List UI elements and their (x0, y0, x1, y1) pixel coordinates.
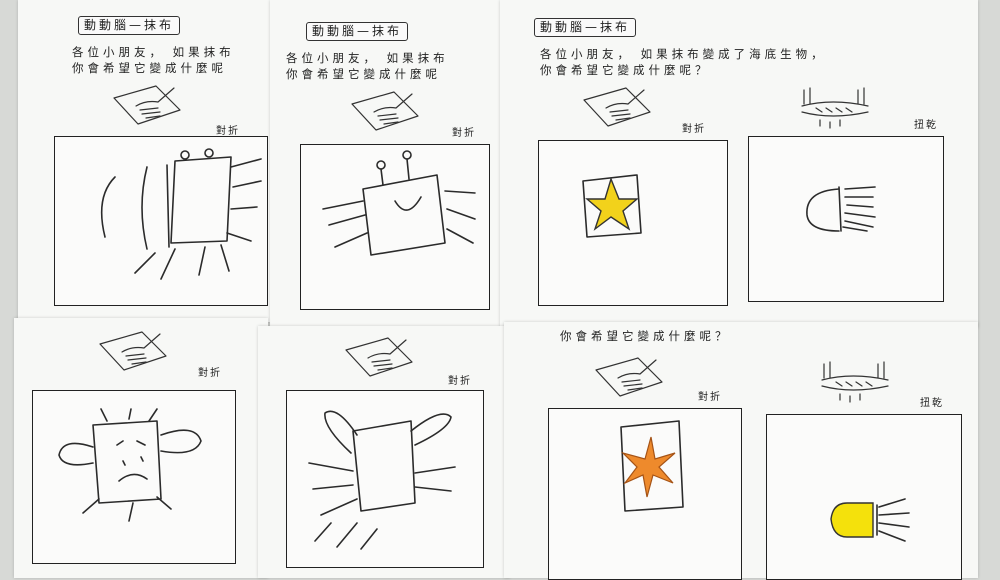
step-caption: 對折 (198, 368, 222, 379)
step-caption: 對折 (682, 124, 706, 135)
worksheet-top-right: 動動腦—抹布 各位小朋友， 如果抹布變成了海底生物， 你會希望它變成什麼呢？ 對… (500, 0, 978, 328)
hand-on-cloth-icon (113, 85, 181, 125)
step-caption: 扭乾 (920, 398, 944, 409)
prompt-line-1: 各位小朋友， 如果抹布變成了海底生物， (540, 47, 827, 61)
prompt-line-2: 你會希望它變成什麼呢 (286, 67, 441, 81)
hand-on-cloth-icon (345, 337, 413, 377)
drawing-frame (54, 136, 268, 306)
step-caption: 對折 (448, 376, 472, 387)
hand-on-cloth-icon (351, 91, 419, 131)
crayon-drawing-octopus (322, 150, 476, 256)
crayon-drawing-squid (308, 410, 456, 550)
hand-on-cloth-icon (595, 357, 663, 397)
step-caption: 扭乾 (914, 120, 938, 131)
step-caption: 對折 (452, 128, 476, 139)
worksheet-top-middle: 動動腦—抹布 各位小朋友， 如果抹布 你會希望它變成什麼呢 對折 (270, 0, 502, 328)
drawing-frame (548, 408, 742, 580)
crayon-drawing-angry-creature (58, 408, 202, 522)
crayon-drawing-yellow-fish (830, 498, 910, 542)
wringing-hands-icon (801, 87, 869, 129)
drawing-frame (538, 140, 728, 306)
worksheet-title: 動動腦—抹布 (78, 16, 181, 35)
drawing-frame (766, 414, 962, 580)
wringing-hands-icon (821, 361, 889, 403)
worksheet-top-left: 動動腦—抹布 各位小朋友， 如果抹布 你會希望它變成什麼呢 對折 (18, 0, 280, 322)
prompt-line-2: 你會希望它變成什麼呢？ (560, 329, 731, 343)
drawing-frame (32, 390, 236, 564)
drawing-frame (286, 390, 484, 568)
crayon-drawing-cloth-creature (100, 148, 262, 280)
prompt-line-1: 各位小朋友， 如果抹布 (72, 45, 235, 59)
step-caption: 對折 (698, 392, 722, 403)
crayon-drawing-orange-starfish (620, 420, 684, 512)
drawing-frame (748, 136, 944, 302)
prompt-line-1: 各位小朋友， 如果抹布 (286, 51, 449, 65)
drawing-frame (300, 144, 490, 310)
prompt-line-2: 你會希望它變成什麼呢 (72, 61, 227, 75)
worksheet-bottom-right: 你會希望它變成什麼呢？ 對折 扭乾 (504, 322, 978, 580)
hand-on-cloth-icon (99, 331, 167, 371)
step-caption: 對折 (216, 126, 240, 137)
prompt-line-2: 你會希望它變成什麼呢？ (540, 63, 711, 77)
worksheet-bottom-middle: 對折 (258, 326, 510, 578)
worksheet-title: 動動腦—抹布 (534, 18, 637, 37)
crayon-drawing-yellow-starfish (582, 174, 642, 238)
hand-on-cloth-icon (583, 87, 651, 127)
crayon-drawing-jellyfish (806, 186, 876, 232)
worksheet-title: 動動腦—抹布 (306, 22, 409, 41)
worksheet-bottom-left: 對折 (14, 318, 268, 578)
